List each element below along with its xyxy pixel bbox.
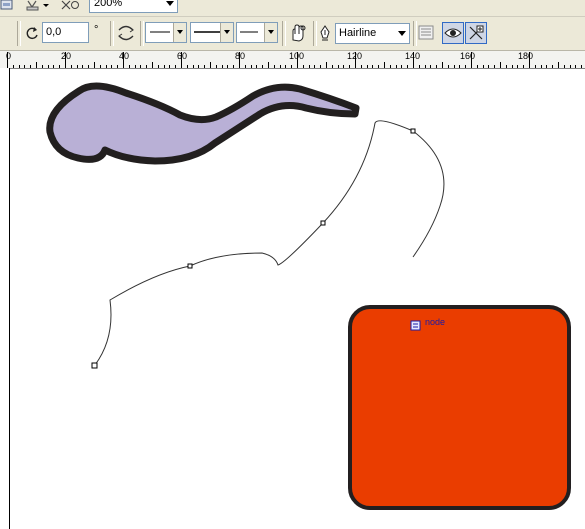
- zoom-level-value: 200%: [94, 0, 123, 9]
- application-launcher-icon[interactable]: [26, 0, 52, 11]
- ruler-label: 0: [6, 51, 12, 61]
- ruler-label: 160: [460, 51, 476, 61]
- end-arrowhead-selector[interactable]: [236, 22, 278, 43]
- ruler-label: 120: [347, 51, 363, 61]
- wave-shape[interactable]: [46, 82, 360, 165]
- ruler-label: 100: [289, 51, 305, 61]
- outline-pen-icon[interactable]: [318, 25, 332, 41]
- show-objects-toggle-button[interactable]: [442, 22, 464, 44]
- ruler-label: 140: [405, 51, 421, 61]
- magnet-cross-icon: [469, 25, 484, 40]
- rotate-icon: [26, 27, 38, 40]
- curve-node[interactable]: [320, 220, 326, 226]
- export-icon[interactable]: [60, 0, 82, 11]
- toolbar-separator: [313, 21, 317, 46]
- eye-icon: [444, 28, 462, 38]
- ruler-label: 80: [235, 51, 246, 61]
- ruler-label: 40: [119, 51, 130, 61]
- canvas-drawing: [46, 82, 571, 510]
- node-hand-icon[interactable]: [288, 24, 308, 42]
- curve-start-node[interactable]: [91, 362, 98, 369]
- horizontal-ruler[interactable]: 0 20 40 60 80 100 120 140 160 180: [0, 51, 585, 69]
- chevron-down-icon[interactable]: [220, 23, 233, 42]
- drawing-canvas[interactable]: node: [0, 68, 585, 529]
- snap-objects-toggle-button[interactable]: [465, 22, 487, 44]
- toolbar-separator: [282, 21, 286, 46]
- outline-width-dropdown[interactable]: Hairline: [335, 23, 410, 44]
- ruler-label: 60: [177, 51, 188, 61]
- line-sample-icon: [240, 31, 258, 33]
- property-bar: 0,0 ° Hairline: [0, 17, 585, 51]
- node-cursor-icon: [410, 320, 421, 331]
- start-arrowhead-selector[interactable]: [145, 22, 187, 43]
- line-sample-icon: [150, 31, 170, 33]
- curve-node[interactable]: [187, 263, 193, 269]
- node-tooltip-label: node: [425, 317, 446, 327]
- mirror-flip-icon[interactable]: [116, 22, 136, 44]
- rounded-rectangle-shape[interactable]: [348, 305, 571, 510]
- toolbar-separator: [140, 21, 144, 46]
- degree-unit-label: °: [94, 24, 99, 36]
- toolbar-separator: [17, 21, 21, 46]
- outline-width-value: Hairline: [339, 27, 377, 39]
- chevron-down-icon[interactable]: [173, 23, 186, 42]
- zoom-level-dropdown[interactable]: 200%: [89, 0, 178, 13]
- node-cursor-tooltip: node: [410, 317, 445, 331]
- line-style-selector[interactable]: [190, 22, 234, 43]
- ruler-label: 180: [518, 51, 534, 61]
- chevron-down-icon: [166, 1, 174, 6]
- toolbar-separator: [110, 21, 114, 46]
- chevron-down-icon: [398, 31, 406, 36]
- wrap-text-icon[interactable]: [418, 24, 436, 42]
- standard-toolbar: 200%: [0, 0, 585, 17]
- toolbar-separator: [413, 21, 417, 46]
- curve-node[interactable]: [410, 128, 416, 134]
- ruler-label: 20: [61, 51, 72, 61]
- print-icon[interactable]: [0, 0, 14, 11]
- rotation-angle-input[interactable]: 0,0: [42, 22, 89, 43]
- line-sample-icon: [194, 31, 220, 33]
- chevron-down-icon[interactable]: [264, 23, 277, 42]
